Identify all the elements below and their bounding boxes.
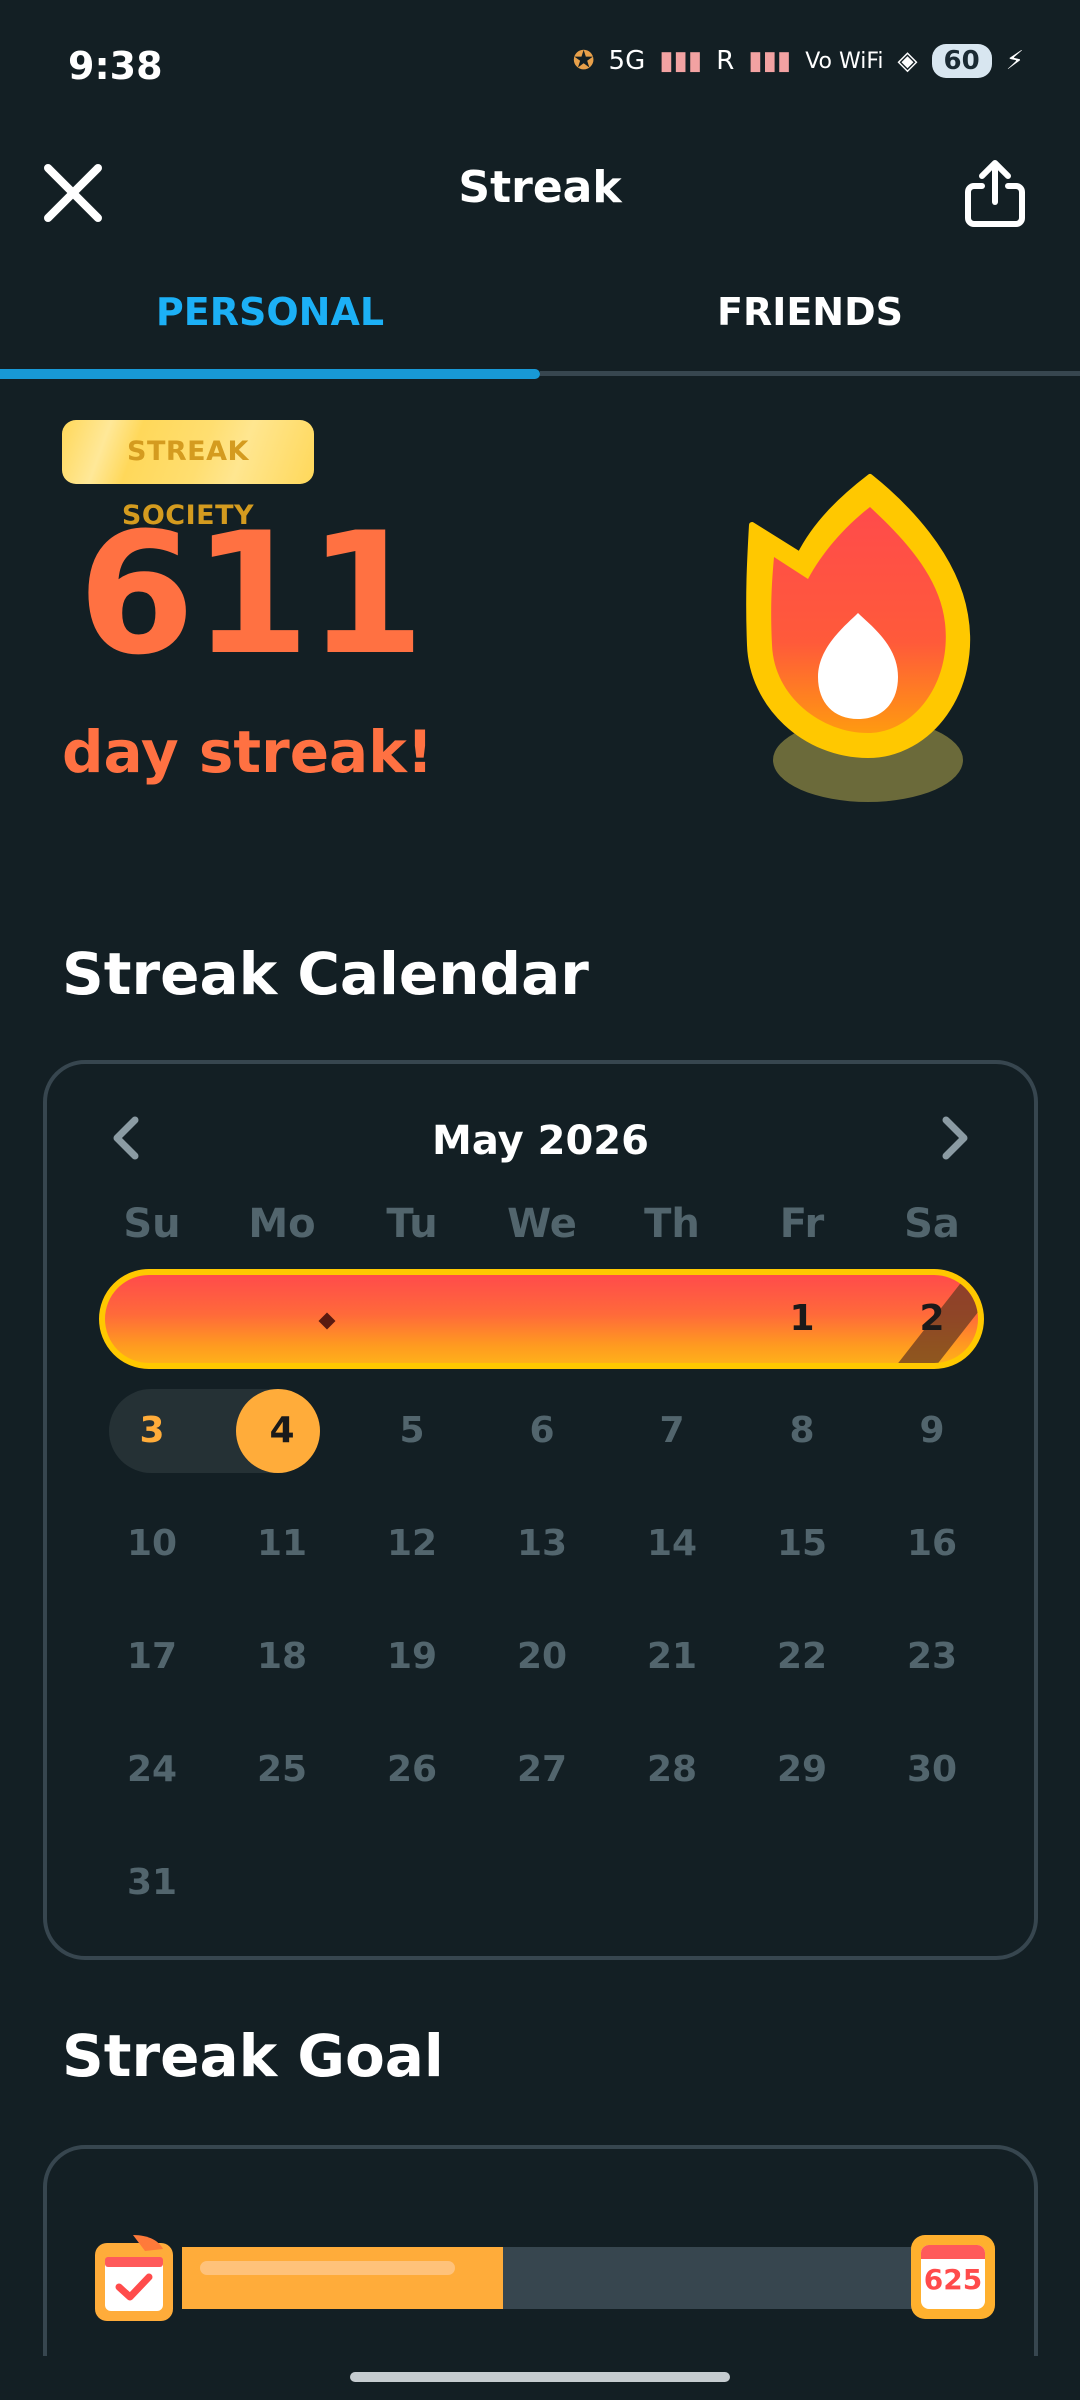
streak-calendar: May 2026 Su Mo Tu We Th Fr Sa 1 2 3 4 5 … [43,1060,1038,1960]
day-16[interactable]: 16 [882,1494,982,1594]
day-26[interactable]: 26 [362,1720,462,1820]
signal-icon-2: ▮▮▮ [748,46,792,76]
day-21[interactable]: 21 [622,1607,722,1707]
roaming-label: R [716,46,735,76]
day-8[interactable]: 8 [752,1381,852,1481]
day-28[interactable]: 28 [622,1720,722,1820]
calendar-goal-header [921,2245,985,2259]
vowifi-label: Vo WiFi [805,48,884,74]
day-18[interactable]: 18 [232,1607,332,1707]
day-29[interactable]: 29 [752,1720,852,1820]
day-11[interactable]: 11 [232,1494,332,1594]
day-4-today[interactable]: 4 [232,1381,332,1481]
streak-goal-title: Streak Goal [62,2022,444,2090]
goal-target-value: 625 [923,2263,983,2296]
day-9[interactable]: 9 [882,1381,982,1481]
charging-icon: ⚡ [1005,46,1024,76]
weekday-fr: Fr [779,1201,825,1247]
weekday-we: We [507,1201,577,1247]
header: Streak [0,140,1080,250]
day-30[interactable]: 30 [882,1720,982,1820]
goal-progress-shine [200,2261,455,2275]
streak-label: day streak! [62,718,434,786]
day-23[interactable]: 23 [882,1607,982,1707]
day-6[interactable]: 6 [492,1381,592,1481]
status-time: 9:38 [68,44,163,88]
day-24[interactable]: 24 [102,1720,202,1820]
streak-count: 611 [78,496,425,692]
day-31[interactable]: 31 [102,1833,202,1933]
signal-icon: ▮▮▮ [659,46,703,76]
calendar-goal-icon: 625 [911,2235,995,2319]
tab-friends-indicator [540,371,1080,376]
status-bar: 9:38 ✪ 5G ▮▮▮ R ▮▮▮ Vo WiFi ◈ 60 ⚡ [0,0,1080,140]
day-1[interactable]: 1 [752,1269,852,1369]
notification-icon: ✪ [572,46,595,76]
network-5g-label: 5G [608,46,646,76]
wifi-icon: ◈ [897,46,918,76]
day-17[interactable]: 17 [102,1607,202,1707]
calendar-nav: May 2026 [47,1104,1034,1174]
day-5[interactable]: 5 [362,1381,462,1481]
weekday-mo: Mo [248,1201,316,1247]
calendar-check-icon [95,2235,173,2321]
tab-personal[interactable]: PERSONAL [0,270,540,379]
weekday-tu: Tu [386,1201,438,1247]
page-title: Streak [458,162,622,213]
tab-personal-indicator [0,369,540,379]
tab-personal-label: PERSONAL [155,290,385,334]
tab-bar: PERSONAL FRIENDS [0,270,1080,379]
day-20[interactable]: 20 [492,1607,592,1707]
day-14[interactable]: 14 [622,1494,722,1594]
calendar-goal-face: 625 [921,2245,985,2309]
day-27[interactable]: 27 [492,1720,592,1820]
streak-flame-icon [746,474,971,802]
tab-friends[interactable]: FRIENDS [540,270,1080,376]
streak-society-badge[interactable]: STREAK SOCIETY [62,420,314,531]
weekday-th: Th [644,1201,700,1247]
day-3[interactable]: 3 [102,1381,202,1481]
weekday-sa: Sa [904,1201,960,1247]
battery-indicator: 60 [931,44,992,78]
next-month-button[interactable] [924,1108,984,1168]
day-19[interactable]: 19 [362,1607,462,1707]
day-25[interactable]: 25 [232,1720,332,1820]
day-10[interactable]: 10 [102,1494,202,1594]
day-15[interactable]: 15 [752,1494,852,1594]
home-indicator[interactable] [350,2372,730,2382]
day-13[interactable]: 13 [492,1494,592,1594]
tab-friends-label: FRIENDS [716,290,904,334]
weekday-su: Su [123,1201,181,1247]
status-icons: ✪ 5G ▮▮▮ R ▮▮▮ Vo WiFi ◈ 60 ⚡ [573,44,1024,78]
chevron-right-icon [942,1116,968,1160]
share-icon [965,160,1025,227]
streak-calendar-title: Streak Calendar [62,940,589,1008]
goal-progress-fill [182,2247,504,2309]
day-22[interactable]: 22 [752,1607,852,1707]
calendar-month: May 2026 [432,1118,649,1164]
day-2[interactable]: 2 [882,1269,982,1369]
share-button[interactable] [960,156,1030,230]
day-12[interactable]: 12 [362,1494,462,1594]
day-7[interactable]: 7 [622,1381,722,1481]
goal-progress-track [182,2247,912,2309]
